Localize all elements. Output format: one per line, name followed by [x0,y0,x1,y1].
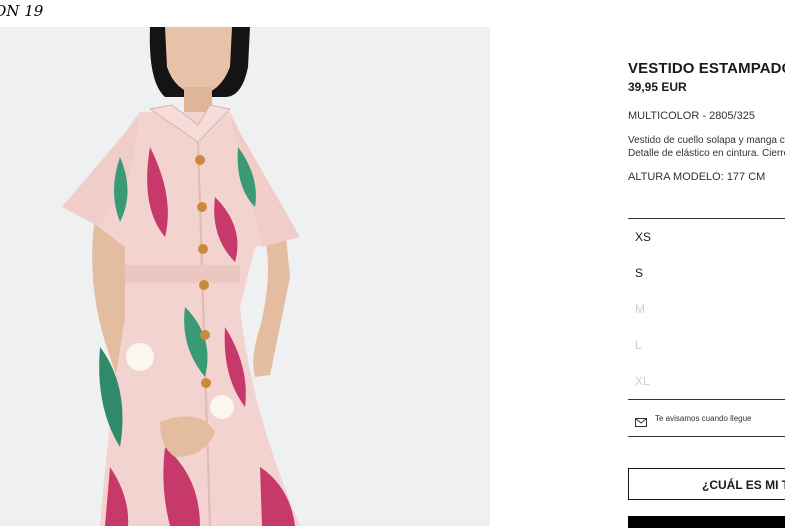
product-price: 39,95 EUR [628,80,687,94]
description-line: Vestido de cuello solapa y manga corta. [628,135,785,146]
model-height: ALTURA MODELO: 177 CM [628,171,766,183]
size-option-xs[interactable]: XS [628,219,785,255]
product-description: Vestido de cuello solapa y manga corta. … [628,134,785,160]
envelope-icon [635,414,647,427]
size-option-m[interactable]: M [628,291,785,327]
size-option-s[interactable]: S [628,255,785,291]
size-option-l[interactable]: L [628,327,785,363]
size-guide-label: ¿CUÁL ES MI TALLA? [702,478,785,492]
notify-label: Te avisamos cuando llegue [655,413,752,423]
size-option-xl[interactable]: XL [628,363,785,399]
description-line: Detalle de elástico en cintura. Cierre f… [628,148,785,159]
size-guide-button[interactable]: ¿CUÁL ES MI TALLA? [628,468,785,500]
notify-when-available[interactable]: Te avisamos cuando llegue [628,399,785,437]
product-photo[interactable] [0,27,490,526]
model-wearing-dress-illustration [0,27,490,526]
product-reference: MULTICOLOR - 2805/325 [628,110,755,122]
add-to-cart-button[interactable] [628,516,785,528]
collection-label: ON 19 [0,2,44,20]
product-info: VESTIDO ESTAMPADO 39,95 EUR MULTICOLOR -… [628,60,785,183]
size-selector: XS S M L XL Te avisamos cuando llegue [628,218,785,437]
product-title: VESTIDO ESTAMPADO [628,60,785,77]
